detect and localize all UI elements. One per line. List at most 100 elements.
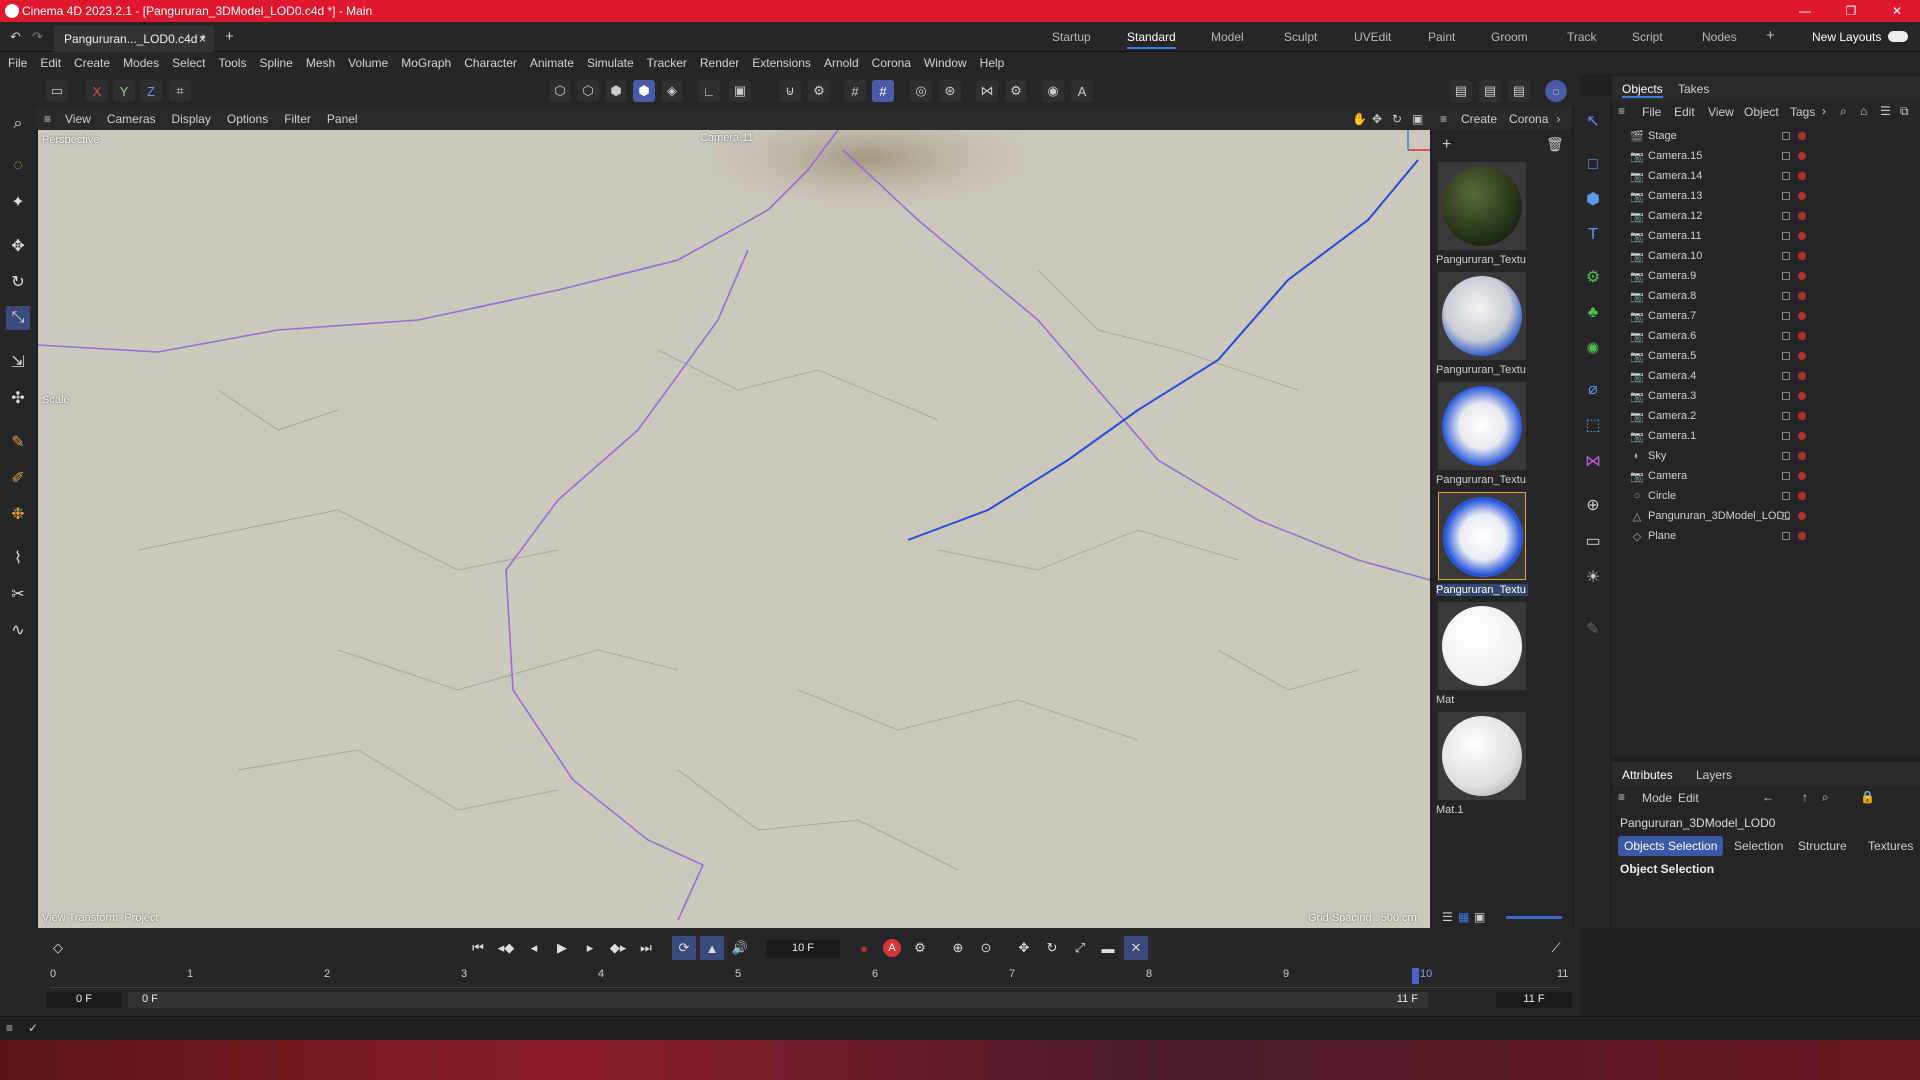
search-icon[interactable]: ⌕: [1840, 104, 1847, 119]
visibility-icon[interactable]: ◉: [1042, 80, 1064, 102]
grid-view-icon[interactable]: ▦: [1458, 910, 1469, 924]
add-layout-icon[interactable]: +: [1766, 27, 1775, 44]
visibility-dots-icon[interactable]: [1798, 532, 1806, 540]
timeline-graph-icon[interactable]: ⟋: [1544, 936, 1568, 960]
render-view-icon[interactable]: ▤: [1450, 80, 1472, 102]
visibility-dots-icon[interactable]: [1798, 492, 1806, 500]
chevron-right-icon[interactable]: ›: [1822, 104, 1826, 118]
sound-icon[interactable]: 🔊: [728, 936, 752, 960]
list-view-icon[interactable]: ☰: [1442, 910, 1453, 924]
check-icon[interactable]: ✓: [28, 1021, 38, 1035]
object-row[interactable]: 📷 Camera.11: [1612, 226, 1920, 246]
layout-tab-sculpt[interactable]: Sculpt: [1284, 30, 1317, 44]
object-menu-object[interactable]: Object: [1744, 105, 1779, 119]
3d-viewport[interactable]: Perspective Camera.11 Scale View Transfo…: [38, 130, 1430, 928]
object-row[interactable]: 🎬 Stage: [1612, 126, 1920, 146]
move-camera-icon[interactable]: ↖: [1580, 108, 1606, 134]
layer-checkbox[interactable]: [1782, 452, 1790, 460]
object-row[interactable]: 📷 Camera.4: [1612, 366, 1920, 386]
cube-icon[interactable]: ⬢: [1580, 186, 1606, 212]
null-object-icon[interactable]: □: [1580, 152, 1606, 178]
key-param-icon[interactable]: ↻: [1040, 936, 1064, 960]
edit-render-settings-icon[interactable]: ▤: [1508, 80, 1530, 102]
material-thumbnail[interactable]: Mat.1: [1436, 712, 1526, 822]
layer-checkbox[interactable]: [1782, 132, 1790, 140]
menu-mesh[interactable]: Mesh: [306, 56, 335, 70]
object-row[interactable]: 📷 Camera.13: [1612, 186, 1920, 206]
layer-checkbox[interactable]: [1782, 392, 1790, 400]
current-frame-field[interactable]: 10 F: [766, 940, 840, 958]
visibility-dots-icon[interactable]: [1798, 272, 1806, 280]
visibility-dots-icon[interactable]: [1798, 452, 1806, 460]
rotate-tool-icon[interactable]: ↻: [6, 270, 30, 294]
maximize-view-icon[interactable]: ▣: [1412, 112, 1423, 126]
layout-tab-script[interactable]: Script: [1632, 30, 1663, 44]
large-view-icon[interactable]: ▣: [1474, 910, 1485, 924]
object-menu-view[interactable]: View: [1708, 105, 1734, 119]
object-row[interactable]: 📷 Camera.10: [1612, 246, 1920, 266]
menu-render[interactable]: Render: [700, 56, 739, 70]
search-icon[interactable]: ⌕: [1822, 790, 1829, 805]
redo-icon[interactable]: ↷: [32, 29, 43, 45]
model-mode-icon[interactable]: ⬢: [633, 80, 655, 102]
visibility-dots-icon[interactable]: [1798, 252, 1806, 260]
menu-tracker[interactable]: Tracker: [647, 56, 687, 70]
field-icon[interactable]: ⬚: [1580, 412, 1606, 438]
hamburger-icon[interactable]: ≡: [1618, 104, 1625, 118]
edit-icon[interactable]: ✎: [1580, 616, 1606, 642]
keyframe-icon[interactable]: ◇: [46, 936, 70, 960]
viewport-menu-view[interactable]: View: [65, 112, 91, 126]
hamburger-icon[interactable]: ≡: [1618, 790, 1625, 804]
viewport-menu-display[interactable]: Display: [172, 112, 211, 126]
spline-pen-icon[interactable]: ✎: [6, 430, 30, 454]
viewport-menu-cameras[interactable]: Cameras: [107, 112, 156, 126]
timeline-ruler[interactable]: 0 1 2 3 4 5 6 7 8 9 10 11: [50, 968, 1568, 988]
layer-checkbox[interactable]: [1782, 212, 1790, 220]
maximize-button[interactable]: ❐: [1828, 0, 1874, 22]
menu-character[interactable]: Character: [464, 56, 517, 70]
new-window-icon[interactable]: ⧉: [1900, 104, 1909, 119]
new-layouts-label[interactable]: New Layouts: [1812, 30, 1881, 44]
object-row[interactable]: 📷 Camera: [1612, 466, 1920, 486]
thumbnail-size-slider[interactable]: [1506, 916, 1562, 919]
menu-help[interactable]: Help: [980, 56, 1005, 70]
workplane-icon[interactable]: #: [844, 80, 866, 102]
object-coordinates-icon[interactable]: ⌗: [169, 80, 191, 102]
start-frame-field[interactable]: 0 F: [46, 992, 122, 1008]
object-row[interactable]: 📷 Camera.1: [1612, 426, 1920, 446]
menu-volume[interactable]: Volume: [348, 56, 388, 70]
subtab-objects-selection[interactable]: Objects Selection: [1618, 836, 1724, 856]
lock-x-button[interactable]: X: [86, 80, 108, 102]
chevron-right-icon[interactable]: ›: [1556, 112, 1560, 126]
object-row[interactable]: 📷 Camera.2: [1612, 406, 1920, 426]
object-menu-tags[interactable]: Tags: [1790, 105, 1815, 119]
new-layouts-toggle[interactable]: [1888, 31, 1908, 42]
spline-icon[interactable]: ⋈: [1580, 448, 1606, 474]
visibility-dots-icon[interactable]: [1798, 312, 1806, 320]
object-row[interactable]: ○ Circle: [1612, 486, 1920, 506]
uv-mode-icon[interactable]: ◈: [661, 80, 683, 102]
object-row[interactable]: 📷 Camera.3: [1612, 386, 1920, 406]
undo-icon[interactable]: ↶: [10, 29, 21, 45]
goto-start-icon[interactable]: ⏮: [466, 936, 490, 960]
visibility-dots-icon[interactable]: [1798, 232, 1806, 240]
menu-arnold[interactable]: Arnold: [824, 56, 859, 70]
visibility-dots-icon[interactable]: [1798, 172, 1806, 180]
scale-tool-icon[interactable]: ⤡: [6, 306, 30, 330]
menu-select[interactable]: Select: [172, 56, 205, 70]
menu-tools[interactable]: Tools: [218, 56, 246, 70]
visibility-dots-icon[interactable]: [1798, 412, 1806, 420]
play-icon[interactable]: ▶: [550, 936, 574, 960]
polygons-mode-icon[interactable]: ⬢: [605, 80, 627, 102]
camera-icon[interactable]: ▭: [1580, 528, 1606, 554]
hamburger-icon[interactable]: ≡: [44, 112, 51, 126]
object-row[interactable]: △ Pangururan_3DModel_LOD0: [1612, 506, 1920, 526]
grid-snap-icon[interactable]: #: [872, 80, 894, 102]
move-view-icon[interactable]: ✥: [1372, 112, 1382, 126]
visibility-dots-icon[interactable]: [1798, 472, 1806, 480]
arnold-icon[interactable]: A: [1071, 80, 1093, 102]
tweak-settings-icon[interactable]: ⚙: [1005, 80, 1027, 102]
spline-smooth-icon[interactable]: ❉: [6, 502, 30, 526]
text-icon[interactable]: T: [1580, 222, 1606, 248]
layer-checkbox[interactable]: [1782, 532, 1790, 540]
